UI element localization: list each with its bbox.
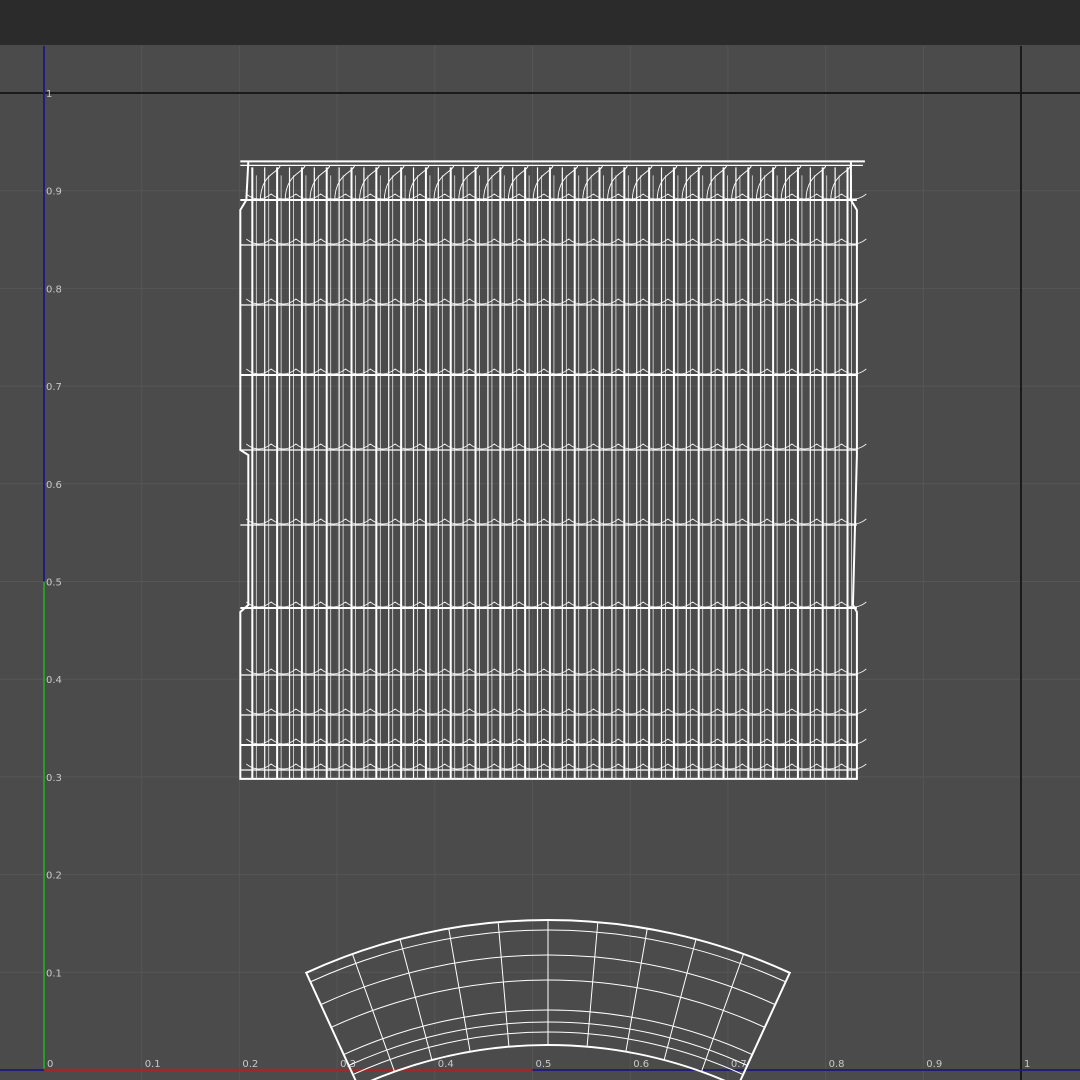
v-tick-label: 0.6 bbox=[46, 480, 62, 491]
uv-grid bbox=[0, 46, 1080, 1080]
arc-segment bbox=[625, 928, 648, 1052]
v-tick-label: 0.5 bbox=[46, 578, 62, 589]
u-tick-label: 0.9 bbox=[926, 1059, 942, 1070]
v-tick-label: 0.3 bbox=[46, 773, 62, 784]
v-tick-label: 0.4 bbox=[46, 675, 62, 686]
uv-canvas[interactable]: 0 0.1 0.2 0.3 0.4 0.5 0.6 0.7 0.8 0.9 10.10.20.30.… bbox=[0, 0, 1080, 1080]
v-tick-label: 0.8 bbox=[46, 284, 62, 295]
uv-axes bbox=[0, 46, 1080, 1080]
v-tick-label: 0.1 bbox=[46, 968, 62, 979]
arc-segment bbox=[351, 953, 396, 1072]
arc-segment bbox=[497, 922, 510, 1047]
u-tick-label: 0.2 bbox=[242, 1059, 258, 1070]
u-tick-label: 0.5 bbox=[536, 1059, 552, 1070]
shell-outline bbox=[239, 160, 865, 780]
u-tick-label: 0.8 bbox=[829, 1059, 845, 1070]
arc-segment bbox=[586, 922, 599, 1047]
u-tick-label: 0.4 bbox=[438, 1059, 454, 1070]
uv-tick-labels: 0 0.1 0.2 0.3 0.4 0.5 0.6 0.7 0.8 0.9 10.10.20.30.… bbox=[46, 89, 1030, 1070]
v-tick-label: 0.7 bbox=[46, 382, 62, 393]
u-tick-label: 0.1 bbox=[145, 1059, 161, 1070]
u-tick-label: 1 bbox=[1024, 1059, 1030, 1070]
uv-shell-roof-tiles[interactable] bbox=[239, 160, 867, 780]
arc-segment bbox=[448, 928, 471, 1052]
v-tick-label: 0.9 bbox=[46, 187, 62, 198]
uv-shell-ridge-arc[interactable] bbox=[304, 919, 792, 1080]
v-tick-label: 1 bbox=[46, 89, 52, 100]
arc-segment bbox=[700, 953, 745, 1072]
u-tick-label: 0 bbox=[47, 1059, 53, 1070]
v-tick-label: 0.2 bbox=[46, 871, 62, 882]
u-tick-label: 0.6 bbox=[633, 1059, 649, 1070]
uv-editor-window: 0 0.1 0.2 0.3 0.4 0.5 0.6 0.7 0.8 0.9 1 0.1 0.2 0.3 0.… bbox=[0, 0, 1080, 1080]
